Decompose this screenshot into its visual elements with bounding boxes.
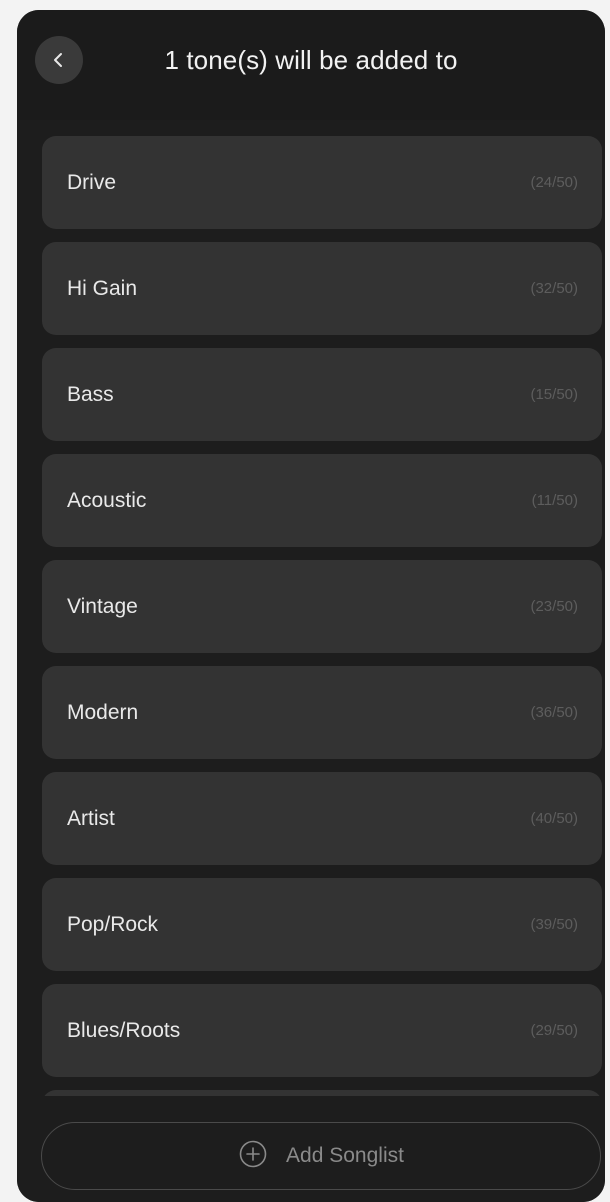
songlist-name: Artist <box>67 806 115 830</box>
songlist-item-partial[interactable] <box>42 1090 602 1096</box>
songlist-name: Drive <box>67 170 117 194</box>
songlist-item-vintage[interactable]: Vintage (23/50) <box>42 560 602 653</box>
songlist-count: (15/50) <box>530 386 578 403</box>
songlist-item-acoustic[interactable]: Acoustic (11/50) <box>42 454 602 547</box>
songlist-item-pop-rock[interactable]: Pop/Rock (39/50) <box>42 878 602 971</box>
songlist-name: Modern <box>67 700 139 724</box>
add-songlist-label: Add Songlist <box>286 1144 404 1167</box>
songlist-item-bass[interactable]: Bass (15/50) <box>42 348 602 441</box>
plus-circle-icon <box>238 1139 268 1174</box>
songlist-name: Acoustic <box>67 488 147 512</box>
songlist-item-artist[interactable]: Artist (40/50) <box>42 772 602 865</box>
songlist-item-drive[interactable]: Drive (24/50) <box>42 136 602 229</box>
songlist-count: (24/50) <box>530 174 578 191</box>
songlist-count: (36/50) <box>530 704 578 721</box>
songlist-list[interactable]: Drive (24/50) Hi Gain (32/50) Bass (15/5… <box>42 136 602 1096</box>
songlist-name: Vintage <box>67 594 138 618</box>
header-bar: 1 tone(s) will be added to <box>17 10 605 120</box>
songlist-item-blues-roots[interactable]: Blues/Roots (29/50) <box>42 984 602 1077</box>
songlist-name: Hi Gain <box>67 276 138 300</box>
songlist-item-hi-gain[interactable]: Hi Gain (32/50) <box>42 242 602 335</box>
songlist-count: (32/50) <box>530 280 578 297</box>
songlist-picker-screen: 1 tone(s) will be added to Drive (24/50)… <box>17 10 605 1202</box>
songlist-count: (23/50) <box>530 598 578 615</box>
songlist-name: Blues/Roots <box>67 1018 181 1042</box>
songlist-name: Bass <box>67 382 114 406</box>
songlist-count: (29/50) <box>530 1022 578 1039</box>
songlist-count: (40/50) <box>530 810 578 827</box>
bottom-action-bar: Add Songlist <box>17 1102 605 1202</box>
songlist-count: (11/50) <box>531 492 578 509</box>
songlist-item-modern[interactable]: Modern (36/50) <box>42 666 602 759</box>
page-title: 1 tone(s) will be added to <box>164 45 458 75</box>
songlist-count: (39/50) <box>530 916 578 933</box>
add-songlist-button[interactable]: Add Songlist <box>41 1122 601 1190</box>
songlist-name: Pop/Rock <box>67 912 159 936</box>
